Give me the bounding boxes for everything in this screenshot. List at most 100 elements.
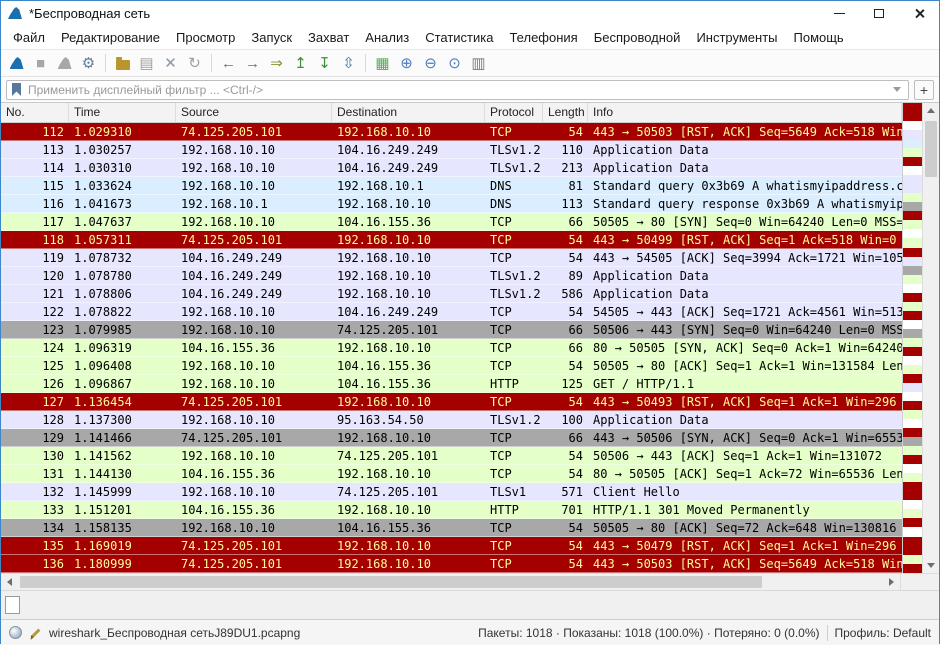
- packet-info: Application Data: [588, 143, 902, 157]
- display-filter-input[interactable]: [26, 82, 888, 98]
- menu-analyze[interactable]: Анализ: [357, 27, 417, 48]
- column-header-no[interactable]: No.: [1, 103, 69, 122]
- menu-tools[interactable]: Инструменты: [688, 27, 785, 48]
- auto-scroll-icon[interactable]: ⇳: [337, 52, 360, 74]
- scroll-right-arrow[interactable]: [883, 574, 900, 590]
- packet-length: 54: [543, 359, 588, 373]
- packet-row[interactable]: 1271.13645474.125.205.101192.168.10.10TC…: [1, 393, 902, 411]
- packet-info: 443 → 50503 [RST, ACK] Seq=5649 Ack=518 …: [588, 125, 902, 139]
- packet-row[interactable]: 1131.030257192.168.10.10104.16.249.249TL…: [1, 141, 902, 159]
- packet-row[interactable]: 1191.078732104.16.249.249192.168.10.10TC…: [1, 249, 902, 267]
- menu-view[interactable]: Просмотр: [168, 27, 243, 48]
- minimap-stripe: [903, 527, 922, 536]
- packet-time: 1.079985: [69, 323, 176, 337]
- column-header-length[interactable]: Length: [543, 103, 588, 122]
- close-file-icon[interactable]: ✕: [159, 52, 182, 74]
- column-header-protocol[interactable]: Protocol: [485, 103, 543, 122]
- packet-row[interactable]: 1351.16901974.125.205.101192.168.10.10TC…: [1, 537, 902, 555]
- menu-capture[interactable]: Захват: [300, 27, 357, 48]
- go-back-icon[interactable]: ←: [217, 52, 240, 74]
- minimize-button[interactable]: [819, 1, 859, 25]
- packet-row[interactable]: 1301.141562192.168.10.1074.125.205.101TC…: [1, 447, 902, 465]
- packet-row[interactable]: 1201.078780104.16.249.249192.168.10.10TL…: [1, 267, 902, 285]
- scroll-left-arrow[interactable]: [1, 574, 18, 590]
- vertical-scroll-thumb[interactable]: [925, 121, 937, 177]
- scroll-down-arrow[interactable]: [923, 558, 939, 573]
- menu-telephony[interactable]: Телефония: [501, 27, 585, 48]
- packet-row[interactable]: 1211.078806104.16.249.249192.168.10.10TL…: [1, 285, 902, 303]
- packet-no: 121: [1, 287, 69, 301]
- packet-row[interactable]: 1281.137300192.168.10.1095.163.54.50TLSv…: [1, 411, 902, 429]
- packet-row[interactable]: 1241.096319104.16.155.36192.168.10.10TCP…: [1, 339, 902, 357]
- minimap-stripe: [903, 419, 922, 428]
- filter-bookmark-icon[interactable]: [12, 83, 21, 96]
- packet-length: 54: [543, 557, 588, 571]
- menu-help[interactable]: Помощь: [786, 27, 852, 48]
- zoom-out-icon[interactable]: ⊖: [419, 52, 442, 74]
- packet-source: 192.168.10.10: [176, 449, 332, 463]
- packet-row[interactable]: 1141.030310192.168.10.10104.16.249.249TL…: [1, 159, 902, 177]
- filter-dropdown-icon[interactable]: [893, 87, 901, 92]
- go-top-icon[interactable]: ↥: [289, 52, 312, 74]
- menu-statistics[interactable]: Статистика: [417, 27, 501, 48]
- menu-wireless[interactable]: Беспроводной: [586, 27, 689, 48]
- packet-row[interactable]: 1331.151201104.16.155.36192.168.10.10HTT…: [1, 501, 902, 519]
- vertical-scrollbar[interactable]: [922, 103, 939, 573]
- stop-capture-icon[interactable]: ■: [29, 52, 52, 74]
- horizontal-scroll-track[interactable]: [18, 574, 883, 590]
- go-bottom-icon[interactable]: ↧: [313, 52, 336, 74]
- vertical-scroll-track[interactable]: [923, 118, 939, 558]
- packet-row[interactable]: 1151.033624192.168.10.10192.168.10.1DNS8…: [1, 177, 902, 195]
- menu-go[interactable]: Запуск: [243, 27, 300, 48]
- packet-row[interactable]: 1121.02931074.125.205.101192.168.10.10TC…: [1, 123, 902, 141]
- packet-row[interactable]: 1311.144130104.16.155.36192.168.10.10TCP…: [1, 465, 902, 483]
- packet-row[interactable]: 1251.096408192.168.10.10104.16.155.36TCP…: [1, 357, 902, 375]
- packet-row[interactable]: 1361.18099974.125.205.101192.168.10.10TC…: [1, 555, 902, 573]
- packet-row[interactable]: 1341.158135192.168.10.10104.16.155.36TCP…: [1, 519, 902, 537]
- packet-row[interactable]: 1171.047637192.168.10.10104.16.155.36TCP…: [1, 213, 902, 231]
- capture-filename: wireshark_Беспроводная сетьJ89DU1.pcapng: [49, 626, 300, 640]
- packet-source: 192.168.10.10: [176, 143, 332, 157]
- start-capture-icon[interactable]: [5, 52, 28, 74]
- profile-indicator[interactable]: Профиль: Default: [835, 626, 932, 640]
- column-header-destination[interactable]: Destination: [332, 103, 485, 122]
- packet-info: Application Data: [588, 161, 902, 175]
- column-header-time[interactable]: Time: [69, 103, 176, 122]
- intelligent-scrollbar-map[interactable]: [902, 103, 922, 573]
- packet-time: 1.096408: [69, 359, 176, 373]
- capture-options-icon[interactable]: ⚙: [77, 52, 100, 74]
- resize-columns-icon[interactable]: ▥: [467, 52, 490, 74]
- zoom-in-icon[interactable]: ⊕: [395, 52, 418, 74]
- restart-capture-icon[interactable]: [53, 52, 76, 74]
- packet-row[interactable]: 1181.05731174.125.205.101192.168.10.10TC…: [1, 231, 902, 249]
- scroll-up-arrow[interactable]: [923, 103, 939, 118]
- go-forward-icon[interactable]: →: [241, 52, 264, 74]
- column-header-source[interactable]: Source: [176, 103, 332, 122]
- packet-row[interactable]: 1221.078822192.168.10.10104.16.249.249TC…: [1, 303, 902, 321]
- horizontal-scroll-thumb[interactable]: [20, 576, 762, 588]
- add-filter-button[interactable]: +: [914, 80, 934, 100]
- reload-file-icon[interactable]: ↻: [183, 52, 206, 74]
- menu-edit[interactable]: Редактирование: [53, 27, 168, 48]
- capture-comment-icon[interactable]: [29, 626, 42, 639]
- packet-row[interactable]: 1161.041673192.168.10.1192.168.10.10DNS1…: [1, 195, 902, 213]
- packet-protocol: TCP: [485, 539, 543, 553]
- close-button[interactable]: [899, 1, 939, 25]
- expert-info-icon[interactable]: [9, 626, 22, 639]
- packet-row[interactable]: 1231.079985192.168.10.1074.125.205.101TC…: [1, 321, 902, 339]
- save-file-icon[interactable]: ▤: [135, 52, 158, 74]
- open-file-icon[interactable]: [111, 52, 134, 74]
- minimap-stripe: [903, 148, 922, 157]
- colorize-icon[interactable]: ▦: [371, 52, 394, 74]
- horizontal-scrollbar[interactable]: [1, 574, 900, 590]
- zoom-reset-icon[interactable]: ⊙: [443, 52, 466, 74]
- packet-row[interactable]: 1261.096867192.168.10.10104.16.155.36HTT…: [1, 375, 902, 393]
- packet-protocol: DNS: [485, 179, 543, 193]
- packet-row[interactable]: 1321.145999192.168.10.1074.125.205.101TL…: [1, 483, 902, 501]
- menu-file[interactable]: Файл: [5, 27, 53, 48]
- packet-row[interactable]: 1291.14146674.125.205.101192.168.10.10TC…: [1, 429, 902, 447]
- maximize-button[interactable]: [859, 1, 899, 25]
- column-header-info[interactable]: Info: [588, 103, 902, 122]
- go-to-packet-icon[interactable]: ⇒: [265, 52, 288, 74]
- splitter-handle[interactable]: [5, 596, 20, 614]
